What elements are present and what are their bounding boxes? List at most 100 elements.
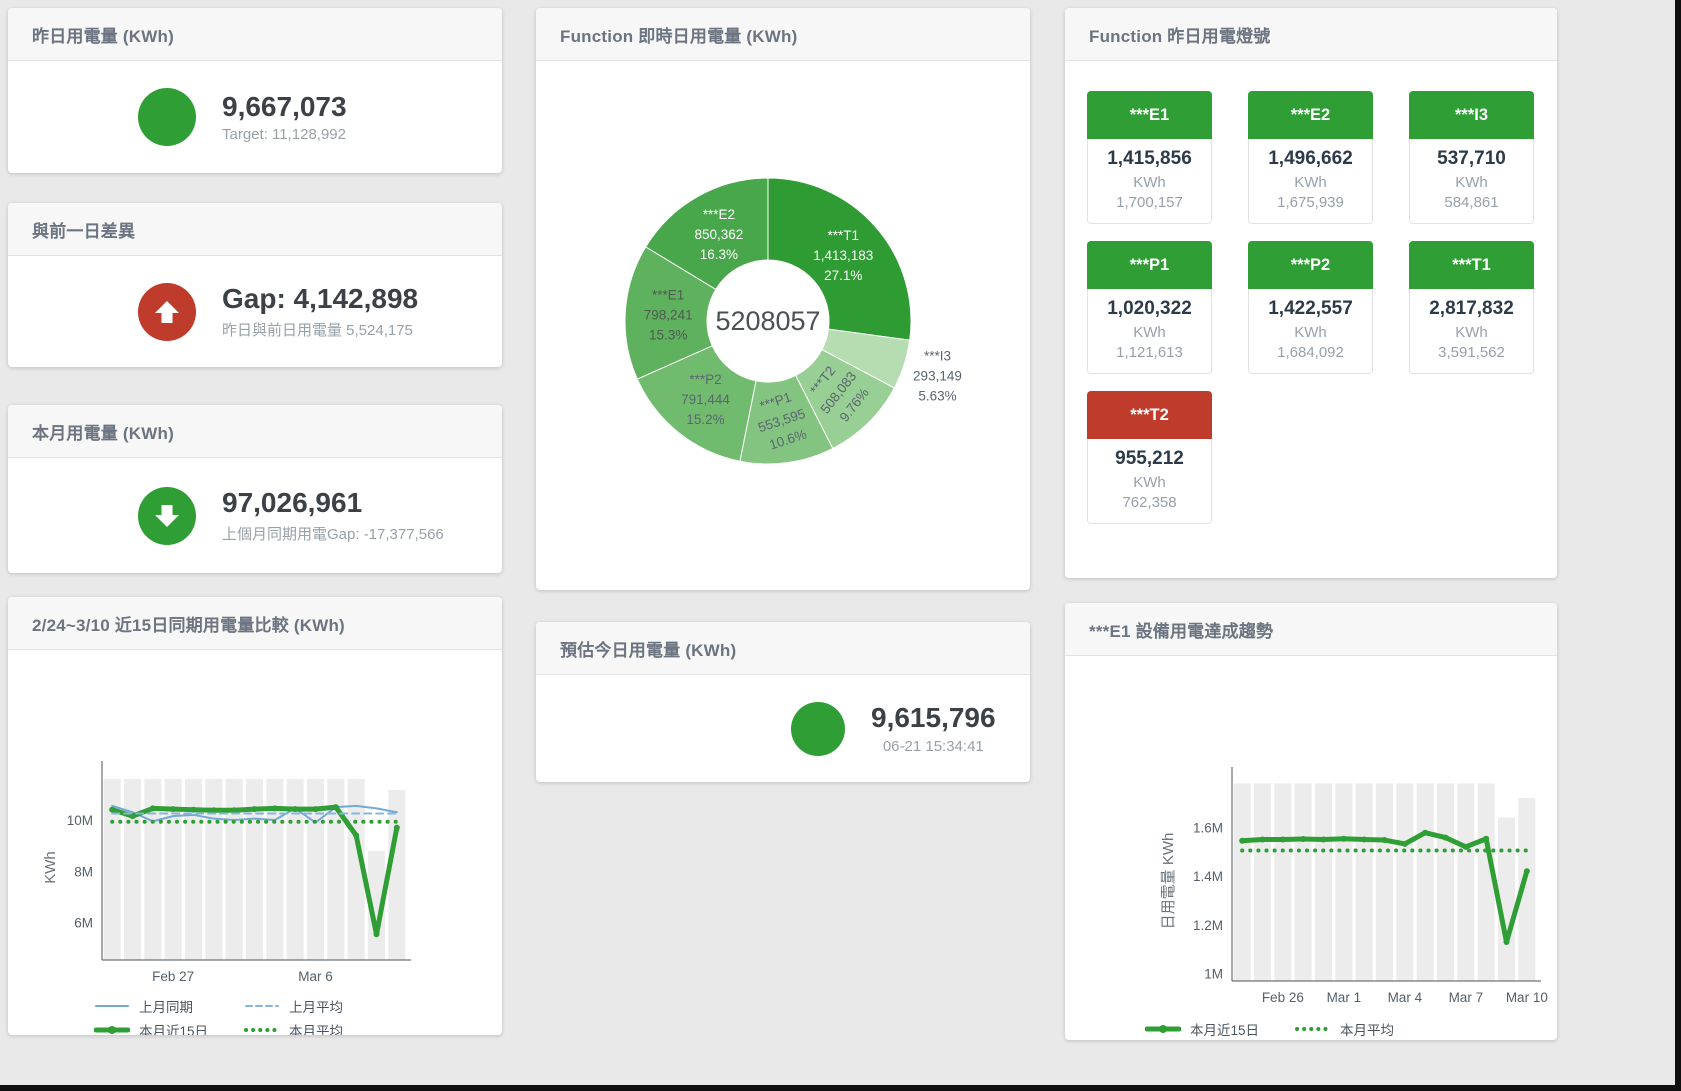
target-bar — [246, 779, 263, 960]
legend-row: 本月近15日 本月平均 — [94, 1020, 502, 1035]
kpi-value: 9,667,073 — [222, 91, 347, 123]
tile-body: 1,020,322KWh1,121,613 — [1087, 289, 1212, 374]
series-point — [109, 807, 115, 813]
kpi-row: 9,667,073 Target: 11,128,992 — [8, 88, 347, 146]
series-point — [1260, 837, 1266, 843]
series-point — [1524, 868, 1530, 874]
kpi-value: Gap: 4,142,898 — [222, 283, 418, 315]
realtime-donut-chart: ***T11,413,18327.1%***I3293,1495.63%***T… — [536, 59, 1030, 590]
card-title-e1-trend: ***E1 設備用電達成趨勢 — [1065, 603, 1557, 656]
target-bar — [1295, 783, 1312, 981]
tile-value: 1,415,856 — [1090, 148, 1209, 170]
series-point — [252, 806, 258, 812]
status-tile-***P2[interactable]: ***P21,422,557KWh1,684,092 — [1248, 241, 1373, 374]
x-tick-label: Feb 27 — [152, 969, 194, 984]
legend-label: 本月近15日 — [1190, 1019, 1259, 1039]
x-tick-label: Feb 26 — [1262, 990, 1304, 1005]
legend-item-本月近15日[interactable]: 本月近15日 — [94, 1020, 244, 1035]
target-bar — [287, 779, 304, 960]
legend-label: 上月同期 — [139, 996, 193, 1016]
tile-body: 1,496,662 KWh 1,675,939 — [1248, 139, 1373, 224]
screen-bottom-edge — [0, 1085, 1681, 1091]
series-point — [191, 807, 197, 813]
card-estimate-today: 預估今日用電量 (KWh) 9,615,796 06-21 15:34:41 — [536, 622, 1030, 782]
status-tile-***P1[interactable]: ***P11,020,322KWh1,121,613 — [1087, 241, 1212, 374]
column-middle: Function 即時日用電量 (KWh) ***T11,413,18327.1… — [536, 8, 1030, 782]
status-tile-***E2[interactable]: ***E21,496,662KWh1,675,939 — [1248, 91, 1373, 224]
series-point — [1239, 838, 1245, 844]
tile-unit: KWh — [1090, 174, 1209, 191]
series-point — [170, 806, 176, 812]
legend-label: 本月近15日 — [139, 1020, 208, 1035]
status-tile-***T2[interactable]: ***T2955,212KWh762,358 — [1087, 391, 1212, 524]
legend-item-本月近15日[interactable]: 本月近15日 — [1145, 1019, 1295, 1039]
target-bar — [1417, 783, 1434, 981]
series-point — [150, 805, 156, 811]
target-bar — [1335, 783, 1352, 981]
series-point — [292, 806, 298, 812]
tile-target: 1,684,092 — [1251, 344, 1370, 361]
card-realtime-usage: Function 即時日用電量 (KWh) ***T11,413,18327.1… — [536, 8, 1030, 590]
target-bar — [1234, 783, 1251, 981]
series-point — [231, 807, 237, 813]
arrow-up-icon — [138, 283, 196, 341]
tile-target: 1,675,939 — [1251, 194, 1370, 211]
tile-value: 537,710 — [1412, 148, 1531, 170]
tile-header: ***I3 — [1409, 91, 1534, 139]
tile-target: 1,121,613 — [1090, 344, 1209, 361]
y-tick-label: 1.2M — [1193, 918, 1223, 933]
kpi-text: 9,615,796 06-21 15:34:41 — [871, 702, 996, 754]
series-point — [1402, 841, 1408, 847]
series-point — [394, 825, 400, 831]
kpi-value: 9,615,796 — [871, 702, 996, 734]
kpi-sub-label: 昨日與前日用電量 5,524,175 — [222, 319, 418, 340]
legend-item-本月平均[interactable]: 本月平均 — [1295, 1019, 1445, 1039]
status-tile-***E1[interactable]: ***E11,415,856KWh1,700,157 — [1087, 91, 1212, 224]
arrow-down-icon — [138, 487, 196, 545]
series-point — [333, 804, 339, 810]
kpi-sub-label: 上個月同期用電Gap: -17,377,566 — [222, 523, 444, 544]
legend-row: 本月近15日 本月平均 — [1145, 1019, 1557, 1039]
tile-unit: KWh — [1412, 324, 1531, 341]
y-tick-label: 6M — [74, 916, 93, 931]
card-title-compare: 2/24~3/10 近15日同期用電量比較 (KWh) — [8, 597, 502, 650]
tile-body: 1,422,557KWh1,684,092 — [1248, 289, 1373, 374]
tile-target: 584,861 — [1412, 194, 1531, 211]
legend-item-上月同期[interactable]: 上月同期 — [94, 996, 244, 1016]
legend-item-上月平均[interactable]: 上月平均 — [244, 996, 394, 1016]
target-bar — [1478, 783, 1495, 981]
x-tick-label: Mar 4 — [1388, 990, 1423, 1005]
column-left: 昨日用電量 (KWh) 9,667,073 Target: 11,128,992… — [8, 8, 502, 1035]
series-point — [1321, 837, 1327, 843]
tile-value: 1,020,322 — [1090, 298, 1209, 320]
status-tile-***I3[interactable]: ***I3 537,710 KWh 584,861 — [1409, 91, 1534, 224]
card-compare-chart: 2/24~3/10 近15日同期用電量比較 (KWh) 6M8M10MFeb 2… — [8, 597, 502, 1035]
tile-unit: KWh — [1251, 174, 1370, 191]
tile-target: 1,700,157 — [1090, 194, 1209, 211]
status-circle-icon — [138, 88, 196, 146]
y-tick-label: 8M — [74, 864, 93, 879]
card-title-realtime: Function 即時日用電量 (KWh) — [536, 8, 1030, 61]
series-point — [1382, 837, 1388, 843]
tile-unit: KWh — [1412, 174, 1531, 191]
kpi-text: 9,667,073 Target: 11,128,992 — [222, 91, 347, 143]
status-circle-icon — [791, 702, 845, 756]
tile-body: 1,415,856 KWh 1,700,157 — [1087, 139, 1212, 224]
legend-item-本月平均[interactable]: 本月平均 — [244, 1020, 394, 1035]
target-bar — [185, 779, 202, 960]
status-tile-***T1[interactable]: ***T12,817,832KWh3,591,562 — [1409, 241, 1534, 374]
compare-chart-legend: 上月同期上月平均本月近15日本月平均Target — [94, 996, 502, 1035]
tile-value: 1,496,662 — [1251, 148, 1370, 170]
series-point — [1300, 836, 1306, 842]
series-point — [1504, 939, 1510, 945]
x-tick-label: Mar 1 — [1327, 990, 1362, 1005]
kpi-row: 9,615,796 06-21 15:34:41 — [536, 702, 996, 756]
card-title-yesterday: 昨日用電量 (KWh) — [8, 8, 502, 61]
kpi-row: 97,026,961 上個月同期用電Gap: -17,377,566 — [8, 487, 444, 545]
tile-header: ***P2 — [1248, 241, 1373, 289]
target-bar — [388, 790, 405, 960]
donut-center-total: 5208057 — [715, 306, 820, 336]
tile-value: 2,817,832 — [1412, 298, 1531, 320]
tile-header: ***T1 — [1409, 241, 1534, 289]
e1-trend-line-chart: 1M1.2M1.4M1.6MFeb 26Mar 1Mar 4Mar 7Mar 1… — [1065, 656, 1557, 1013]
